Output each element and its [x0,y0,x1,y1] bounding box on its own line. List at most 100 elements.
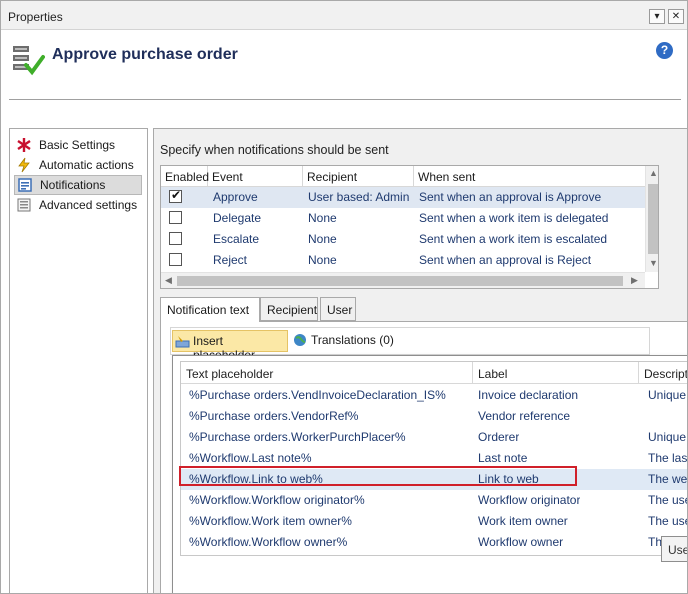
notification-toolbar: Insert placeholder Translations (0) [170,327,650,362]
event-row-escalate[interactable]: Escalate None Sent when a work item is e… [161,229,645,250]
column-header-event[interactable]: Event [208,166,303,187]
nav-item-label: Basic Settings [39,138,116,152]
placeholder-row[interactable]: %Workflow.Work item owner% Work item own… [181,511,687,532]
column-header-enabled[interactable]: Enabled [161,166,209,187]
tooltip: Use [661,536,687,562]
placeholder-text-cell: %Workflow.Workflow originator% [189,493,365,507]
event-row-approve[interactable]: Approve User based: Admin Sent when an a… [161,187,645,208]
when-sent-cell: Sent when an approval is Approve [419,190,602,204]
nav-item-advanced-settings[interactable]: Advanced settings [14,196,142,216]
scroll-up-arrow-icon[interactable]: ▲ [649,168,658,178]
recipient-cell: None [308,253,337,267]
placeholder-desc-cell: The user [648,493,687,507]
placeholder-desc-cell: Unique [648,430,687,444]
events-grid: Enabled Event Recipient When sent Approv… [160,165,659,289]
event-row-delegate[interactable]: Delegate None Sent when a work item is d… [161,208,645,229]
placeholder-label-cell: Workflow owner [478,535,564,549]
placeholder-label-cell: Last note [478,451,528,465]
event-cell: Escalate [213,232,260,246]
page-title: Approve purchase order [52,46,238,63]
when-sent-cell: Sent when a work item is delegated [419,211,609,225]
event-row-reject[interactable]: Reject None Sent when an approval is Rej… [161,250,645,271]
header-divider [9,99,681,100]
placeholder-row[interactable]: %Workflow.Workflow owner% Workflow owner… [181,532,687,553]
when-sent-cell: Sent when an approval is Reject [419,253,592,267]
column-header-text-placeholder[interactable]: Text placeholder [181,362,473,384]
recipient-cell: None [308,232,337,246]
notifications-heading: Specify when notifications should be sen… [160,143,389,157]
lightning-icon [16,157,32,173]
scroll-down-arrow-icon[interactable]: ▼ [649,258,658,268]
nav-item-automatic-actions[interactable]: Automatic actions [14,156,142,176]
notification-icon [17,177,33,193]
column-header-recipient[interactable]: Recipient [303,166,414,187]
placeholder-desc-cell: The web [648,472,688,486]
placeholder-text-cell: %Purchase orders.WorkerPurchPlacer% [189,430,406,444]
tab-notification-text[interactable]: Notification text [160,297,260,322]
placeholder-label-cell: Invoice declaration [478,388,579,402]
placeholder-row[interactable]: %Workflow.Workflow originator% Workflow … [181,490,687,511]
placeholder-label-cell: Workflow originator [478,493,581,507]
events-horizontal-scrollbar[interactable]: ◀ ▶ [161,272,645,288]
placeholder-row[interactable]: %Purchase orders.VendInvoiceDeclaration_… [181,385,687,406]
workflow-approval-icon [11,43,45,80]
tab-recipient[interactable]: Recipient [260,297,318,321]
title-bar: Properties ▾ ✕ [1,1,687,30]
events-grid-header: Enabled Event Recipient When sent [161,166,645,187]
column-header-description[interactable]: Descriptio [639,362,687,384]
translations-button[interactable]: Translations (0) [291,330,401,352]
placeholder-label-cell: Orderer [478,430,520,444]
enabled-checkbox[interactable] [169,188,182,203]
placeholder-row[interactable]: %Purchase orders.VendorRef% Vendor refer… [181,406,687,427]
event-cell: Reject [213,253,248,267]
events-vertical-scrollbar[interactable]: ▲ ▼ [645,166,658,272]
column-header-when-sent[interactable]: When sent [414,166,645,187]
recipient-cell: User based: Admin [308,190,410,204]
window-title: Properties [8,10,63,24]
nav-item-notifications[interactable]: Notifications [14,175,142,195]
event-cell: Delegate [213,211,262,225]
nav-item-label: Advanced settings [39,198,138,212]
placeholder-label-cell: Vendor reference [478,409,571,423]
help-icon[interactable]: ? [656,42,673,59]
placeholder-desc-cell: The user [648,514,687,528]
enabled-checkbox[interactable] [169,211,182,224]
settings-list-icon [16,197,32,213]
placeholder-text-cell: %Workflow.Workflow owner% [189,535,348,549]
translations-label: Translations (0) [311,333,394,347]
placeholder-text-cell: %Workflow.Work item owner% [189,514,352,528]
scroll-thumb[interactable] [648,184,658,254]
placeholder-grid: Text placeholder Label Descriptio %Purch… [180,361,688,556]
placeholder-row[interactable]: %Purchase orders.WorkerPurchPlacer% Orde… [181,427,687,448]
scroll-thumb[interactable] [177,276,623,286]
translations-globe-icon [293,333,308,348]
page-header: Approve purchase order ? [1,30,687,100]
enabled-checkbox[interactable] [169,253,182,266]
settings-nav: Basic Settings Automatic actions Notific… [9,128,148,593]
scroll-left-arrow-icon[interactable]: ◀ [165,275,172,286]
placeholder-text-cell: %Workflow.Last note% [189,451,312,465]
placeholder-desc-cell: Unique [648,388,687,402]
placeholder-text-cell: %Purchase orders.VendorRef% [189,409,359,423]
when-sent-cell: Sent when a work item is escalated [419,232,608,246]
nav-item-label: Notifications [40,178,106,192]
properties-window: Properties ▾ ✕ Approve purchase order ? [0,0,688,594]
tab-user[interactable]: User [320,297,356,321]
nav-item-basic-settings[interactable]: Basic Settings [14,136,142,156]
insert-placeholder-icon [175,334,190,349]
recipient-cell: None [308,211,337,225]
placeholder-grid-header: Text placeholder Label Descriptio [181,362,687,384]
placeholder-label-cell: Work item owner [478,514,568,528]
nav-item-label: Automatic actions [39,158,134,172]
column-header-label[interactable]: Label [473,362,639,384]
close-button[interactable]: ✕ [668,9,684,24]
asterisk-icon [16,137,32,153]
event-cell: Approve [213,190,258,204]
insert-placeholder-popup: Text placeholder Label Descriptio %Purch… [172,355,688,593]
scroll-right-arrow-icon[interactable]: ▶ [631,275,638,286]
placeholder-text-cell: %Purchase orders.VendInvoiceDeclaration_… [189,388,446,402]
selected-row-highlight [179,466,577,486]
window-menu-button[interactable]: ▾ [649,9,665,24]
insert-placeholder-button[interactable]: Insert placeholder [172,330,288,362]
enabled-checkbox[interactable] [169,232,182,245]
